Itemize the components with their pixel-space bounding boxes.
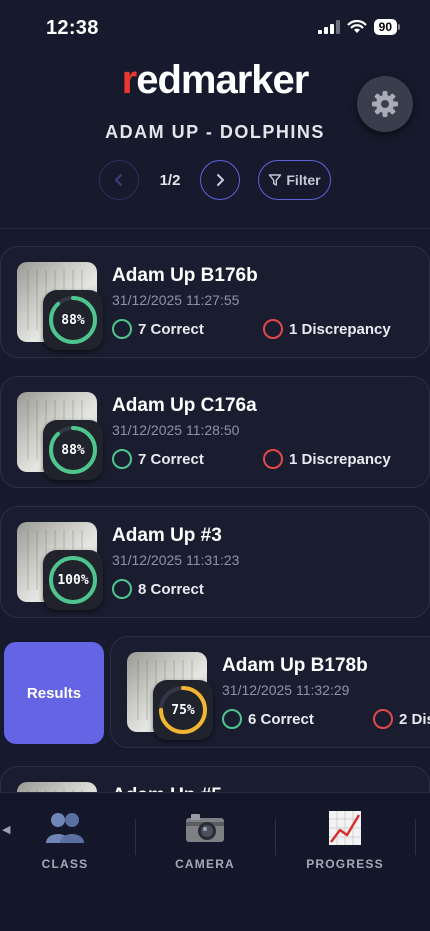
bottom-nav: ◀ CLASS CAMERA PROGRESS — [0, 792, 430, 931]
correct-count: 7 Correct — [112, 319, 204, 339]
result-date: 31/12/2025 11:32:29 — [222, 682, 350, 698]
result-title: Adam Up C176a — [112, 395, 257, 416]
funnel-icon — [269, 174, 282, 186]
next-page-button[interactable] — [200, 160, 240, 200]
result-card[interactable]: 88% Adam Up C176a 31/12/2025 11:28:50 7 … — [0, 376, 430, 488]
page-indicator: 1/2 — [159, 172, 181, 189]
status-bar: 12:38 90 — [0, 0, 430, 56]
result-card-swiped[interactable]: 75% Adam Up B178b 31/12/2025 11:32:29 6 … — [110, 636, 430, 748]
battery-icon: 90 — [373, 19, 400, 35]
correct-circle-icon — [112, 449, 132, 469]
signal-icon — [317, 20, 340, 34]
score-ring: 100% — [43, 550, 103, 610]
correct-count: 6 Correct — [222, 709, 314, 729]
nav-class[interactable]: CLASS — [5, 809, 125, 871]
correct-count: 8 Correct — [112, 579, 204, 599]
result-card[interactable]: 88% Adam Up B176b 31/12/2025 11:27:55 7 … — [0, 246, 430, 358]
discrepancy-circle-icon — [263, 319, 283, 339]
prev-page-button[interactable] — [99, 160, 139, 200]
result-title: Adam Up B176b — [112, 265, 258, 286]
status-time: 12:38 — [46, 17, 99, 39]
discrepancy-circle-icon — [373, 709, 393, 729]
result-card[interactable]: 100% Adam Up #3 31/12/2025 11:31:23 8 Co… — [0, 506, 430, 618]
correct-circle-icon — [112, 319, 132, 339]
results-action-button[interactable]: Results — [4, 642, 104, 744]
results-action-label: Results — [26, 684, 82, 702]
status-icons: 90 — [317, 19, 400, 35]
camera-icon — [186, 814, 224, 842]
correct-count: 7 Correct — [112, 449, 204, 469]
chart-icon — [329, 811, 361, 845]
score-ring: 88% — [43, 290, 103, 350]
score-label: 100% — [57, 572, 89, 588]
score-ring: 75% — [153, 680, 213, 740]
result-date: 31/12/2025 11:31:23 — [112, 552, 240, 568]
score-ring: 88% — [43, 420, 103, 480]
chevron-right-icon — [217, 174, 224, 186]
discrepancy-count: 2 Dis — [373, 709, 430, 729]
nav-camera[interactable]: CAMERA — [145, 809, 265, 871]
chevron-left-icon — [115, 174, 122, 186]
page-title: ADAM UP - DOLPHINS — [105, 122, 325, 142]
result-title: Adam Up #3 — [112, 525, 222, 546]
result-date: 31/12/2025 11:28:50 — [112, 422, 240, 438]
people-icon — [46, 813, 84, 843]
score-label: 88% — [61, 442, 85, 458]
result-date: 31/12/2025 11:27:55 — [112, 292, 240, 308]
battery-level: 90 — [373, 19, 397, 35]
gear-icon — [372, 91, 398, 117]
discrepancy-count: 1 Discrepancy — [263, 449, 391, 469]
filter-button[interactable]: Filter — [258, 160, 331, 200]
correct-circle-icon — [222, 709, 242, 729]
pager: 1/2 Filter — [0, 160, 430, 200]
discrepancy-count: 1 Discrepancy — [263, 319, 391, 339]
discrepancy-circle-icon — [263, 449, 283, 469]
wifi-icon — [347, 20, 367, 33]
score-label: 75% — [171, 702, 195, 718]
filter-label: Filter — [286, 172, 321, 188]
header-divider — [0, 228, 430, 229]
correct-circle-icon — [112, 579, 132, 599]
nav-progress[interactable]: PROGRESS — [285, 809, 405, 871]
result-title: Adam Up B178b — [222, 655, 368, 676]
score-label: 88% — [61, 312, 85, 328]
